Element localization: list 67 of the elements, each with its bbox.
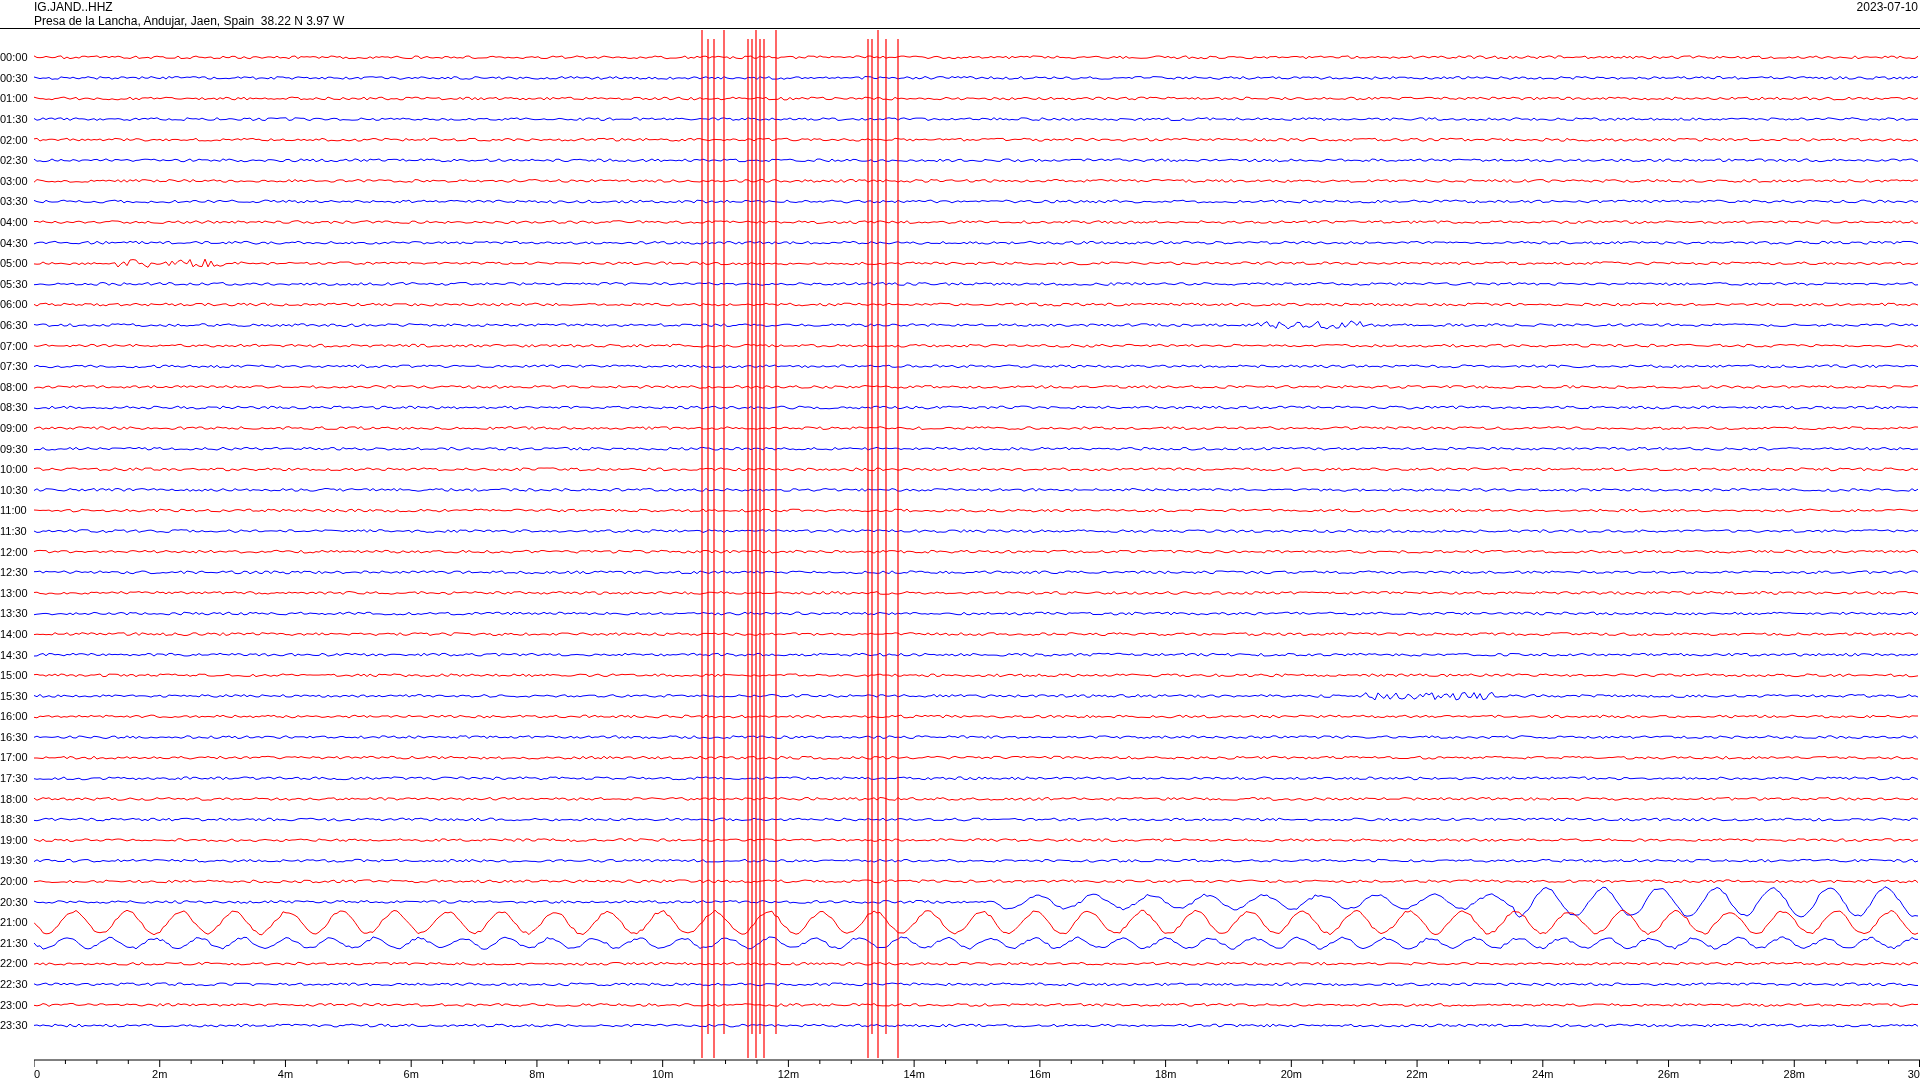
time-label: 09:00 bbox=[0, 422, 28, 434]
time-label: 09:30 bbox=[0, 442, 28, 455]
time-label: 02:30 bbox=[0, 154, 28, 167]
time-label: 03:00 bbox=[0, 174, 28, 187]
time-label: 04:00 bbox=[0, 216, 28, 229]
time-label: 08:00 bbox=[0, 380, 28, 393]
time-label: 11:00 bbox=[0, 504, 27, 517]
time-label: 00:00 bbox=[0, 51, 28, 64]
time-label: 13:30 bbox=[0, 607, 28, 620]
axis-tick-label: 24m bbox=[1532, 1068, 1554, 1080]
time-label: 16:30 bbox=[0, 730, 28, 743]
axis-tick-label: 4m bbox=[277, 1068, 294, 1080]
axis-tick-label: 26m bbox=[1657, 1068, 1680, 1080]
axis-tick-label: 12m bbox=[777, 1068, 800, 1080]
time-label: 21:30 bbox=[0, 936, 28, 949]
time-label: 19:30 bbox=[0, 854, 28, 867]
time-label: 06:00 bbox=[0, 298, 28, 311]
time-label: 20:30 bbox=[0, 895, 28, 908]
axis-tick-label: 16m bbox=[1029, 1068, 1051, 1080]
time-label: 02:00 bbox=[0, 133, 28, 146]
time-label: 22:30 bbox=[0, 978, 28, 990]
time-label: 19:00 bbox=[0, 833, 28, 846]
time-label: 03:30 bbox=[0, 195, 28, 208]
time-label: 12:30 bbox=[0, 566, 28, 579]
axis-tick-label: 10m bbox=[651, 1068, 674, 1080]
time-label: 00:30 bbox=[0, 71, 28, 84]
axis-tick-label: 22m bbox=[1406, 1068, 1428, 1080]
time-label: 06:30 bbox=[0, 319, 28, 331]
axis-tick-label: 8m bbox=[529, 1068, 545, 1080]
time-label: 05:00 bbox=[0, 257, 28, 270]
axis-tick-label: 0 bbox=[33, 1068, 41, 1080]
axis-tick-label: 30 bbox=[1907, 1068, 1920, 1080]
time-label: 21:00 bbox=[0, 916, 28, 929]
time-label: 01:30 bbox=[0, 113, 28, 126]
time-label: 14:00 bbox=[0, 627, 28, 640]
time-label: 18:00 bbox=[0, 792, 28, 805]
time-label: 18:30 bbox=[0, 813, 28, 826]
time-label: 07:00 bbox=[0, 339, 28, 352]
time-label: 13:00 bbox=[0, 586, 28, 599]
time-label: 14:30 bbox=[0, 648, 28, 661]
axis-tick-label: 28m bbox=[1783, 1068, 1805, 1080]
time-label: 10:00 bbox=[0, 463, 28, 476]
time-label: 11:30 bbox=[0, 524, 27, 537]
station-location: Presa de la Lancha, Andujar, Jaen, Spain 38.22 N 3.97 W bbox=[34, 14, 345, 28]
axis-tick-label: 14m bbox=[903, 1068, 925, 1080]
axis-tick-label: 6m bbox=[403, 1068, 419, 1080]
time-label: 10:30 bbox=[0, 483, 28, 496]
time-label: 23:30 bbox=[0, 1019, 28, 1032]
time-label: 12:00 bbox=[0, 545, 28, 558]
time-label: 01:00 bbox=[0, 92, 28, 105]
axis-tick-label: 2m bbox=[152, 1068, 168, 1080]
time-label: 07:30 bbox=[0, 360, 28, 373]
time-label: 08:30 bbox=[0, 401, 28, 414]
time-label: 22:00 bbox=[0, 957, 28, 970]
station-code: IG.JAND..HHZ bbox=[34, 0, 114, 14]
time-label: 17:30 bbox=[0, 772, 28, 785]
time-label: 17:00 bbox=[0, 751, 28, 764]
time-label: 23:00 bbox=[0, 998, 28, 1011]
time-label: 15:30 bbox=[0, 689, 28, 702]
time-label: 15:00 bbox=[0, 669, 28, 682]
plot-date: 2023-07-10 bbox=[1856, 0, 1918, 16]
time-label: 04:30 bbox=[0, 236, 28, 249]
time-label: 05:30 bbox=[0, 277, 28, 290]
axis-tick-label: 20m bbox=[1280, 1068, 1303, 1080]
axis-tick-label: 18m bbox=[1154, 1068, 1177, 1080]
time-label: 16:00 bbox=[0, 710, 28, 723]
time-label: 20:00 bbox=[0, 875, 28, 888]
